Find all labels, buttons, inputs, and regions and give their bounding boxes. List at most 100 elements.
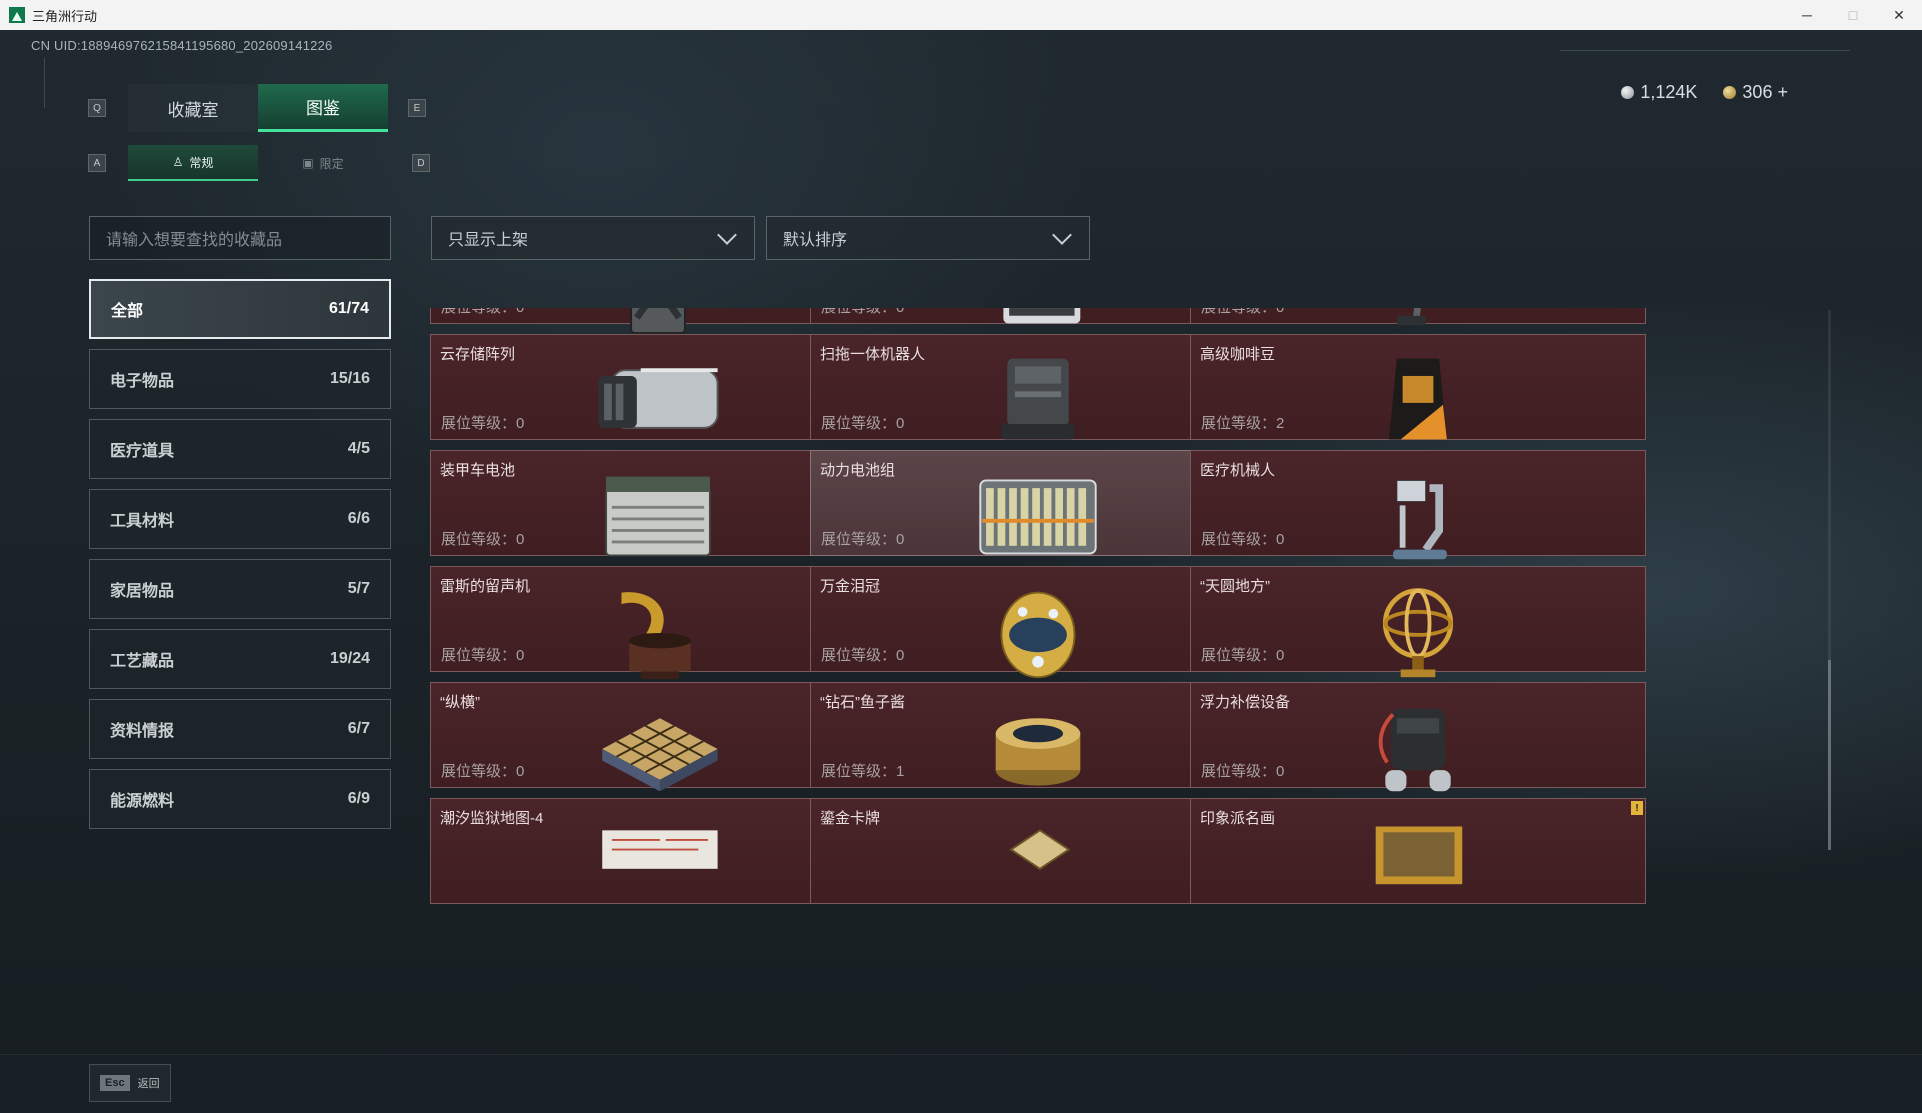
collection-card[interactable]: “天圆地方” 展位等级：0 bbox=[1190, 566, 1646, 678]
card-title: 潮汐监狱地图-4 bbox=[440, 810, 544, 827]
robot-mop-icon bbox=[1001, 358, 1075, 440]
coffee-bag-icon bbox=[1389, 358, 1447, 440]
category-item[interactable]: 工具材料 6/6 bbox=[89, 489, 391, 549]
filter-dropdown[interactable]: 只显示上架 bbox=[431, 216, 755, 260]
card-level: 展位等级：0 bbox=[821, 308, 904, 317]
collection-card[interactable]: 浮力补偿设备 展位等级：0 bbox=[1190, 682, 1646, 792]
key-hint-q: Q bbox=[88, 99, 106, 117]
level-label: 展位等级： bbox=[1201, 647, 1277, 664]
level-value: 1 bbox=[896, 763, 905, 780]
category-item[interactable]: 家居物品 5/7 bbox=[89, 559, 391, 619]
level-value: 0 bbox=[1276, 763, 1285, 780]
subtab-regular[interactable]: ♙ 常规 bbox=[128, 145, 258, 181]
chevron-down-icon bbox=[717, 225, 737, 245]
card-level: 展位等级：1 bbox=[821, 760, 904, 781]
category-count: 6/9 bbox=[347, 790, 370, 807]
gold-coin-icon bbox=[1723, 85, 1737, 99]
level-value: 0 bbox=[1276, 647, 1285, 664]
card-level: 展位等级：0 bbox=[821, 412, 904, 433]
level-label: 展位等级： bbox=[1201, 308, 1276, 316]
card-title: 高级咖啡豆 bbox=[1200, 346, 1276, 363]
category-item[interactable]: 全部 61/74 bbox=[89, 279, 391, 339]
back-label: 返回 bbox=[137, 1078, 160, 1090]
map-icon bbox=[602, 830, 718, 869]
category-item[interactable]: 电子物品 15/16 bbox=[89, 349, 391, 409]
minimize-button[interactable]: ─ bbox=[1784, 0, 1830, 30]
collection-card[interactable]: 展位等级：0 bbox=[1190, 308, 1646, 326]
level-value: 2 bbox=[1276, 415, 1285, 432]
level-label: 展位等级： bbox=[441, 308, 516, 316]
card-title: 云存储阵列 bbox=[440, 346, 516, 363]
card-level: 展位等级：0 bbox=[1201, 528, 1284, 549]
card-title: 动力电池组 bbox=[820, 462, 896, 479]
category-label: 全部 bbox=[111, 303, 144, 320]
category-label: 资料情报 bbox=[110, 723, 175, 740]
card-level: 展位等级：0 bbox=[821, 644, 904, 665]
user-uid: CN UID:1889469762158411956​80_2026091412… bbox=[31, 38, 333, 53]
card-level: 展位等级：0 bbox=[441, 412, 524, 433]
collection-card[interactable]: 印象派名画! bbox=[1190, 798, 1646, 904]
currency-bar: 1,124K 306 + bbox=[1562, 72, 1842, 112]
card-icon bbox=[1009, 829, 1071, 870]
level-value: 0 bbox=[516, 308, 524, 316]
card-level: 展位等级：0 bbox=[1201, 760, 1284, 781]
battery-pack-icon bbox=[979, 479, 1097, 555]
esc-key-hint: Esc bbox=[100, 1075, 130, 1091]
subtab-limited[interactable]: ▣ 限定 bbox=[258, 145, 388, 181]
collection-grid: 展位等级：0展位等级：0展位等级：0云存储阵列展位等级：0!扫拖一体机器人展位等… bbox=[430, 308, 1830, 1042]
level-label: 展位等级： bbox=[821, 647, 897, 664]
category-count: 4/5 bbox=[347, 440, 370, 457]
collection-card[interactable]: 高级咖啡豆 展位等级：2 bbox=[1190, 334, 1646, 440]
tab-collection-room[interactable]: 收藏室 bbox=[128, 84, 258, 132]
category-item[interactable]: 资料情报 6/7 bbox=[89, 699, 391, 759]
level-label: 展位等级： bbox=[821, 763, 897, 780]
tab-codex[interactable]: 图鉴 bbox=[258, 84, 388, 132]
app-logo-icon bbox=[9, 7, 25, 23]
level-label: 展位等级： bbox=[1201, 531, 1277, 548]
add-currency-button[interactable]: + bbox=[1777, 82, 1788, 102]
card-level: 展位等级：0 bbox=[441, 308, 524, 317]
card-title: 医疗机械人 bbox=[1200, 462, 1276, 479]
card-title: 装甲车电池 bbox=[440, 462, 516, 479]
category-label: 家居物品 bbox=[110, 583, 175, 600]
caviar-tin-icon bbox=[995, 718, 1081, 786]
window-title: 三角洲行动 bbox=[32, 8, 98, 24]
level-value: 0 bbox=[896, 415, 905, 432]
category-count: 19/24 bbox=[329, 650, 370, 667]
alert-badge-icon: ! bbox=[1631, 801, 1643, 815]
category-item[interactable]: 能源燃料 6/9 bbox=[89, 769, 391, 829]
card-level: 展位等级：0 bbox=[821, 528, 904, 549]
category-item[interactable]: 医疗道具 4/5 bbox=[89, 419, 391, 479]
close-button[interactable]: ✕ bbox=[1876, 0, 1922, 30]
collection-card[interactable]: 医疗机械人展位等级：0 bbox=[1190, 450, 1646, 560]
level-label: 展位等级： bbox=[441, 763, 517, 780]
level-value: 0 bbox=[896, 308, 904, 316]
decorative-line bbox=[1560, 50, 1850, 51]
image-icon: ▣ bbox=[302, 156, 314, 170]
level-label: 展位等级： bbox=[821, 531, 897, 548]
category-label: 医疗道具 bbox=[110, 443, 175, 460]
card-title: 万金泪冠 bbox=[820, 578, 881, 595]
level-label: 展位等级： bbox=[441, 415, 517, 432]
chess-board-icon bbox=[602, 718, 718, 792]
level-label: 展位等级： bbox=[441, 647, 517, 664]
grid-scroll-thumb[interactable] bbox=[1828, 660, 1831, 850]
level-value: 0 bbox=[896, 647, 905, 664]
search-input[interactable]: 请输入想要查找的收藏品 bbox=[89, 216, 391, 260]
card-level: 展位等级：0 bbox=[441, 644, 524, 665]
category-label: 工具材料 bbox=[110, 513, 175, 530]
key-hint-e: E bbox=[408, 99, 426, 117]
gramophone-icon bbox=[621, 592, 691, 680]
medical-robot-icon bbox=[1393, 479, 1447, 560]
level-value: 0 bbox=[1276, 308, 1284, 316]
window-controls: ─ □ ✕ bbox=[1784, 0, 1922, 30]
window-titlebar: 三角洲行动 ─ □ ✕ bbox=[0, 0, 1922, 30]
maximize-button[interactable]: □ bbox=[1830, 0, 1876, 30]
back-button[interactable]: Esc 返回 bbox=[89, 1064, 171, 1102]
diving-gear-icon bbox=[1378, 708, 1451, 792]
category-item[interactable]: 工艺藏品 19/24 bbox=[89, 629, 391, 689]
level-value: 0 bbox=[516, 415, 525, 432]
sort-dropdown[interactable]: 默认排序 bbox=[766, 216, 1090, 260]
level-label: 展位等级： bbox=[821, 308, 896, 316]
card-level: 展位等级：0 bbox=[1201, 308, 1284, 317]
